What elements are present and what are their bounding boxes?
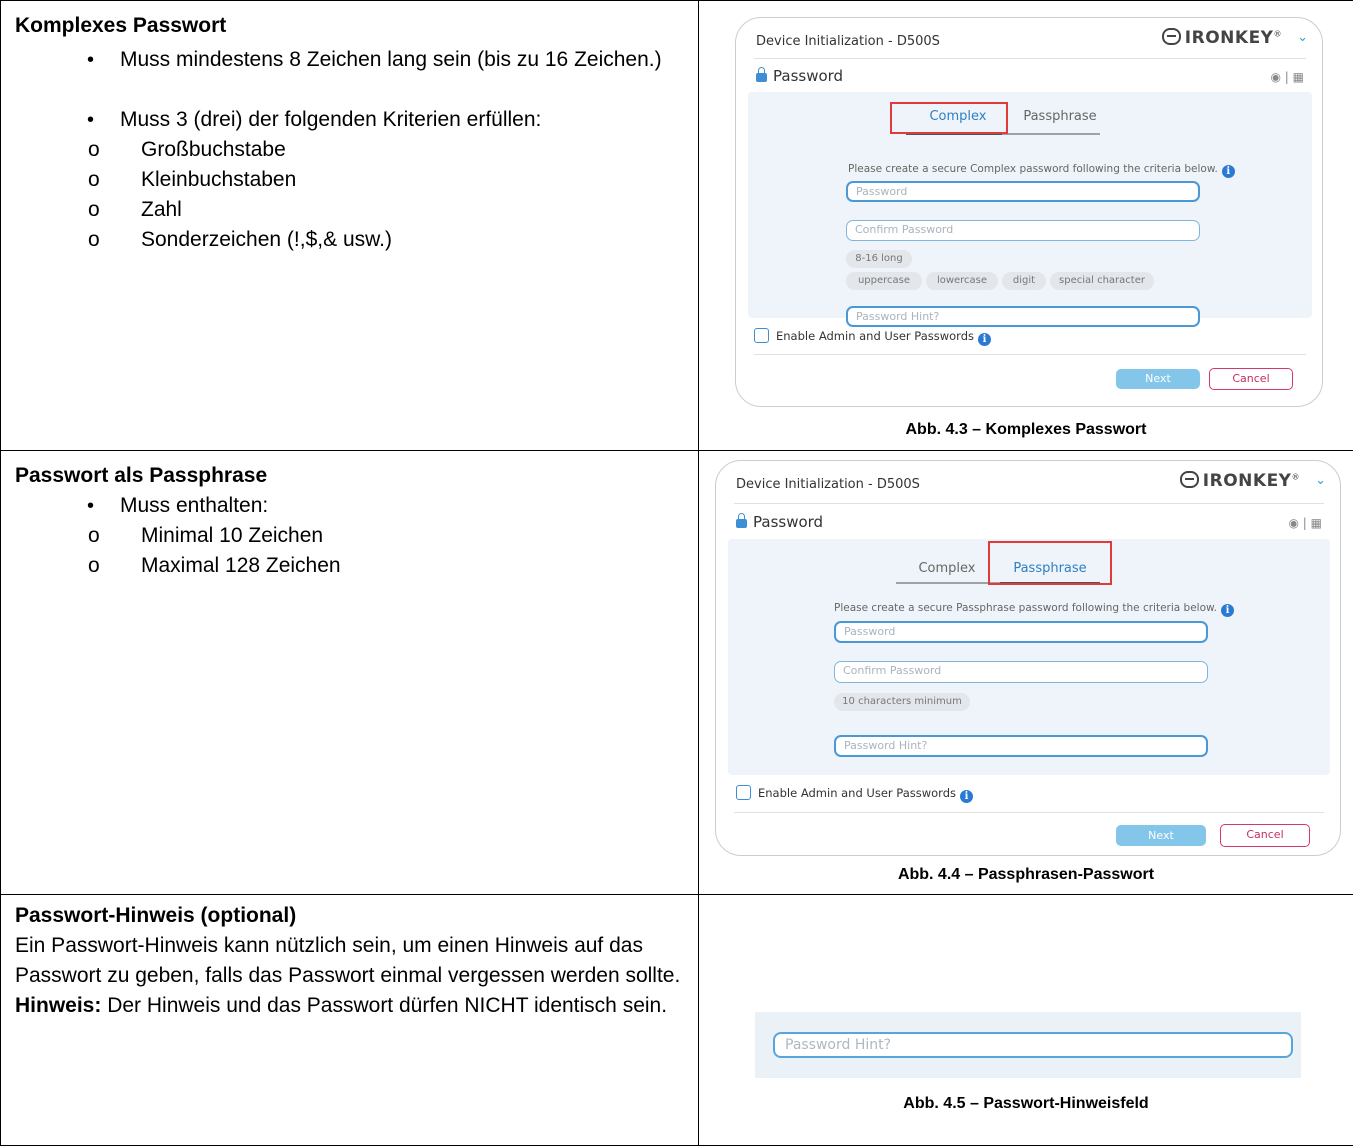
instruction-text: Please create a secure Passphrase passwo… — [834, 602, 1234, 617]
keyboard-icon[interactable]: ▦ — [1311, 516, 1322, 530]
chip-length: 8-16 long — [846, 250, 912, 268]
dialog-complex: Device Initialization - D500S IRONKEY® ⌄… — [735, 17, 1323, 407]
hint-note: Hinweis: Der Hinweis und das Passwort dü… — [15, 991, 684, 1021]
checkbox-icon[interactable] — [754, 328, 769, 343]
chip-digit: digit — [1002, 272, 1046, 290]
info-icon[interactable]: i — [978, 333, 991, 346]
ironkey-ring-icon — [1180, 471, 1199, 488]
tab-passphrase[interactable]: Passphrase — [1014, 109, 1106, 124]
bullet-list: Muss mindestens 8 Zeichen lang sein (bis… — [15, 45, 684, 135]
admin-user-checkbox[interactable]: Enable Admin and User Passwordsi — [754, 328, 991, 346]
figure-caption: Abb. 4.4 – Passphrasen-Passwort — [699, 866, 1353, 884]
rule-item: Maximal 128 Zeichen — [15, 551, 684, 581]
chevron-down-icon[interactable]: ⌄ — [1297, 30, 1308, 45]
eye-icon[interactable]: ◉ — [1289, 516, 1299, 530]
ironkey-logo: IRONKEY® — [1180, 471, 1300, 491]
lock-icon — [736, 519, 747, 528]
eye-icon[interactable]: ◉ — [1271, 70, 1281, 84]
view-toggles: ◉ | ▦ — [1289, 516, 1323, 530]
left-cell-hint: Passwort-Hinweis (optional) Ein Passwort… — [1, 895, 699, 1146]
heading-hint: Passwort-Hinweis (optional) — [15, 901, 684, 931]
criterion-item: Sonderzeichen (!,$,& usw.) — [15, 225, 684, 255]
instruction-text: Please create a secure Complex password … — [848, 163, 1235, 178]
password-panel: Complex Passphrase Please create a secur… — [728, 539, 1330, 775]
cancel-button[interactable]: Cancel — [1209, 368, 1293, 390]
hint-paragraph: Ein Passwort-Hinweis kann nützlich sein,… — [15, 931, 684, 991]
rule-item: Minimal 10 Zeichen — [15, 521, 684, 551]
bullet-criteria: Muss 3 (drei) der folgenden Kriterien er… — [15, 105, 684, 135]
divider — [734, 503, 1324, 504]
heading-passphrase: Passwort als Passphrase — [15, 461, 684, 491]
next-button[interactable]: Next — [1116, 369, 1200, 389]
chip-lowercase: lowercase — [926, 272, 998, 290]
criterion-item: Großbuchstabe — [15, 135, 684, 165]
tab-complex[interactable]: Complex — [902, 561, 992, 576]
admin-user-checkbox[interactable]: Enable Admin and User Passwordsi — [736, 785, 973, 803]
criterion-item: Kleinbuchstaben — [15, 165, 684, 195]
right-cell-complex: Device Initialization - D500S IRONKEY® ⌄… — [699, 1, 1353, 451]
info-icon[interactable]: i — [960, 790, 973, 803]
divider — [754, 354, 1306, 355]
checkbox-icon[interactable] — [736, 785, 751, 800]
chip-special-character: special character — [1050, 272, 1154, 290]
figure-caption: Abb. 4.5 – Passwort-Hinweisfeld — [699, 1095, 1353, 1113]
spacer — [15, 75, 684, 105]
chevron-down-icon[interactable]: ⌄ — [1315, 473, 1326, 488]
hint-field-panel: Password Hint? — [755, 1012, 1301, 1078]
password-input[interactable]: Password — [846, 181, 1200, 202]
info-icon[interactable]: i — [1222, 165, 1235, 178]
confirm-password-input[interactable]: Confirm Password — [834, 661, 1208, 683]
row-complex-password: Komplexes Passwort Muss mindestens 8 Zei… — [1, 1, 1353, 451]
divider — [734, 812, 1324, 813]
section-title: Password — [736, 513, 823, 531]
section-title: Password — [756, 67, 843, 85]
password-hint-input[interactable]: Password Hint? — [846, 306, 1200, 327]
keyboard-icon[interactable]: ▦ — [1293, 70, 1304, 84]
criterion-item: Zahl — [15, 195, 684, 225]
ironkey-logo: IRONKEY® — [1162, 28, 1282, 48]
password-input[interactable]: Password — [834, 621, 1208, 643]
ironkey-ring-icon — [1162, 28, 1181, 45]
right-cell-hint: Password Hint? Abb. 4.5 – Passwort-Hinwe… — [699, 895, 1353, 1146]
row-password-hint: Passwort-Hinweis (optional) Ein Passwort… — [1, 895, 1353, 1146]
bullet-length: Muss mindestens 8 Zeichen lang sein (bis… — [15, 45, 684, 75]
highlight-box — [988, 541, 1112, 585]
info-icon[interactable]: i — [1221, 604, 1234, 617]
bullet-contains: Muss enthalten: — [15, 491, 684, 521]
figure-caption: Abb. 4.3 – Komplexes Passwort — [699, 421, 1353, 439]
heading-complex: Komplexes Passwort — [15, 11, 684, 41]
document-table: Komplexes Passwort Muss mindestens 8 Zei… — [0, 0, 1353, 1146]
confirm-password-input[interactable]: Confirm Password — [846, 220, 1200, 241]
row-passphrase: Passwort als Passphrase Muss enthalten: … — [1, 451, 1353, 895]
lock-icon — [756, 73, 767, 82]
view-toggles: ◉ | ▦ — [1271, 70, 1305, 84]
passphrase-rules: Minimal 10 Zeichen Maximal 128 Zeichen — [15, 521, 684, 581]
criteria-list: Großbuchstabe Kleinbuchstaben Zahl Sonde… — [15, 135, 684, 255]
left-cell-passphrase: Passwort als Passphrase Muss enthalten: … — [1, 451, 699, 895]
divider — [754, 58, 1306, 59]
dialog-title: Device Initialization - D500S — [736, 477, 920, 492]
highlight-box — [890, 102, 1008, 134]
chip-uppercase: uppercase — [846, 272, 922, 290]
right-cell-passphrase: Device Initialization - D500S IRONKEY® ⌄… — [699, 451, 1353, 895]
dialog-passphrase: Device Initialization - D500S IRONKEY® ⌄… — [715, 460, 1341, 856]
chip-min-characters: 10 characters minimum — [834, 693, 970, 711]
bullet-list: Muss enthalten: — [15, 491, 684, 521]
dialog-title: Device Initialization - D500S — [756, 34, 940, 49]
password-panel: Complex Passphrase Please create a secur… — [748, 92, 1312, 318]
next-button[interactable]: Next — [1116, 825, 1206, 846]
left-cell-complex: Komplexes Passwort Muss mindestens 8 Zei… — [1, 1, 699, 451]
password-hint-input[interactable]: Password Hint? — [773, 1032, 1293, 1058]
cancel-button[interactable]: Cancel — [1220, 824, 1310, 847]
password-hint-input[interactable]: Password Hint? — [834, 735, 1208, 757]
